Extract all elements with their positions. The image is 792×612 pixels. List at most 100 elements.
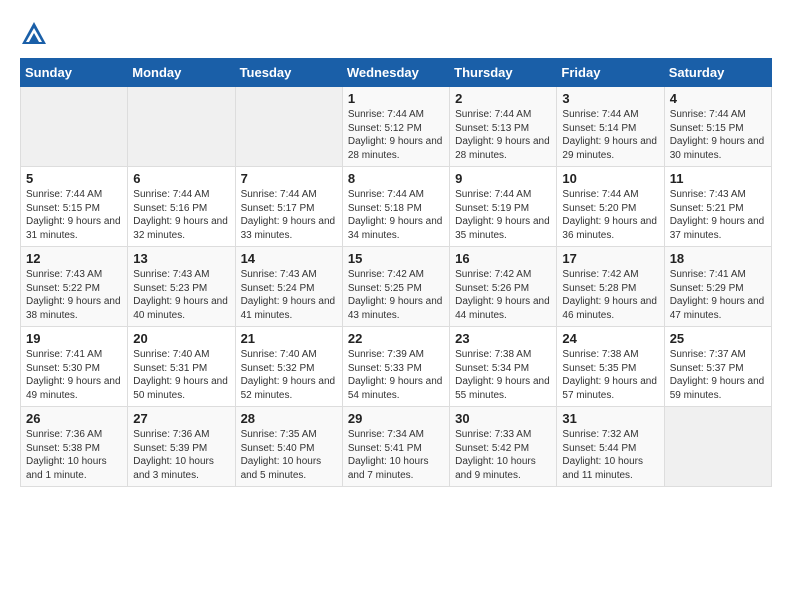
calendar-cell — [235, 87, 342, 167]
day-info: Sunrise: 7:39 AM Sunset: 5:33 PM Dayligh… — [348, 348, 444, 402]
calendar-cell: 1 Sunrise: 7:44 AM Sunset: 5:12 PM Daylig… — [342, 87, 449, 167]
day-info: Sunrise: 7:36 AM Sunset: 5:39 PM Dayligh… — [133, 428, 229, 482]
weekday-header-row: SundayMondayTuesdayWednesdayThursdayFrid… — [21, 59, 772, 87]
calendar-cell: 23 Sunrise: 7:38 AM Sunset: 5:34 PM Dayli… — [450, 327, 557, 407]
day-number: 31 — [562, 411, 658, 426]
day-info: Sunrise: 7:44 AM Sunset: 5:19 PM Dayligh… — [455, 188, 551, 242]
calendar-cell: 9 Sunrise: 7:44 AM Sunset: 5:19 PM Daylig… — [450, 167, 557, 247]
day-number: 11 — [670, 171, 766, 186]
calendar-cell: 24Sunrise: 7:38 AM Sunset: 5:35 PM Dayli… — [557, 327, 664, 407]
calendar-cell — [128, 87, 235, 167]
calendar-cell: 7 Sunrise: 7:44 AM Sunset: 5:17 PM Daylig… — [235, 167, 342, 247]
day-number: 2 — [455, 91, 551, 106]
day-info: Sunrise: 7:36 AM Sunset: 5:38 PM Dayligh… — [26, 428, 122, 482]
day-info: Sunrise: 7:38 AM Sunset: 5:34 PM Dayligh… — [455, 348, 551, 402]
day-info: Sunrise: 7:43 AM Sunset: 5:24 PM Dayligh… — [241, 268, 337, 322]
calendar-cell: 4 Sunrise: 7:44 AM Sunset: 5:15 PM Daylig… — [664, 87, 771, 167]
calendar-cell: 10 Sunrise: 7:44 AM Sunset: 5:20 PM Dayli… — [557, 167, 664, 247]
day-info: Sunrise: 7:43 AM Sunset: 5:23 PM Dayligh… — [133, 268, 229, 322]
day-number: 17 — [562, 251, 658, 266]
weekday-header-tuesday: Tuesday — [235, 59, 342, 87]
calendar-cell: 16 Sunrise: 7:42 AM Sunset: 5:26 PM Dayli… — [450, 247, 557, 327]
day-number: 26 — [26, 411, 122, 426]
day-number: 7 — [241, 171, 337, 186]
calendar-cell — [664, 407, 771, 487]
weekday-header-monday: Monday — [128, 59, 235, 87]
day-info: Sunrise: 7:33 AM Sunset: 5:42 PM Dayligh… — [455, 428, 551, 482]
day-number: 23 — [455, 331, 551, 346]
weekday-header-sunday: Sunday — [21, 59, 128, 87]
day-number: 19 — [26, 331, 122, 346]
weekday-header-thursday: Thursday — [450, 59, 557, 87]
calendar-cell: 29 Sunrise: 7:34 AM Sunset: 5:41 PM Dayli… — [342, 407, 449, 487]
calendar-cell: 28 Sunrise: 7:35 AM Sunset: 5:40 PM Dayli… — [235, 407, 342, 487]
calendar-week-row: 19 Sunrise: 7:41 AM Sunset: 5:30 PM Dayli… — [21, 327, 772, 407]
calendar-cell: 5 Sunrise: 7:44 AM Sunset: 5:15 PM Daylig… — [21, 167, 128, 247]
day-info: Sunrise: 7:42 AM Sunset: 5:25 PM Dayligh… — [348, 268, 444, 322]
day-number: 30 — [455, 411, 551, 426]
calendar-cell: 18Sunrise: 7:41 AM Sunset: 5:29 PM Dayli… — [664, 247, 771, 327]
day-number: 16 — [455, 251, 551, 266]
weekday-header-saturday: Saturday — [664, 59, 771, 87]
calendar-week-row: 5 Sunrise: 7:44 AM Sunset: 5:15 PM Daylig… — [21, 167, 772, 247]
day-number: 4 — [670, 91, 766, 106]
day-info: Sunrise: 7:44 AM Sunset: 5:13 PM Dayligh… — [455, 108, 551, 162]
day-number: 5 — [26, 171, 122, 186]
day-info: Sunrise: 7:41 AM Sunset: 5:30 PM Dayligh… — [26, 348, 122, 402]
day-number: 22 — [348, 331, 444, 346]
day-info: Sunrise: 7:44 AM Sunset: 5:20 PM Dayligh… — [562, 188, 658, 242]
calendar-cell: 26 Sunrise: 7:36 AM Sunset: 5:38 PM Dayli… — [21, 407, 128, 487]
day-info: Sunrise: 7:44 AM Sunset: 5:15 PM Dayligh… — [670, 108, 766, 162]
calendar-header: SundayMondayTuesdayWednesdayThursdayFrid… — [21, 59, 772, 87]
day-number: 1 — [348, 91, 444, 106]
day-info: Sunrise: 7:37 AM Sunset: 5:37 PM Dayligh… — [670, 348, 766, 402]
calendar-cell: 25 Sunrise: 7:37 AM Sunset: 5:37 PM Dayli… — [664, 327, 771, 407]
logo-icon — [20, 20, 48, 48]
calendar-cell: 2 Sunrise: 7:44 AM Sunset: 5:13 PM Daylig… — [450, 87, 557, 167]
day-info: Sunrise: 7:44 AM Sunset: 5:15 PM Dayligh… — [26, 188, 122, 242]
day-info: Sunrise: 7:44 AM Sunset: 5:17 PM Dayligh… — [241, 188, 337, 242]
day-number: 27 — [133, 411, 229, 426]
calendar-body: 1 Sunrise: 7:44 AM Sunset: 5:12 PM Daylig… — [21, 87, 772, 487]
day-number: 9 — [455, 171, 551, 186]
day-number: 24 — [562, 331, 658, 346]
calendar-cell: 22 Sunrise: 7:39 AM Sunset: 5:33 PM Dayli… — [342, 327, 449, 407]
day-info: Sunrise: 7:41 AM Sunset: 5:29 PM Dayligh… — [670, 268, 766, 322]
day-number: 21 — [241, 331, 337, 346]
day-number: 28 — [241, 411, 337, 426]
day-number: 29 — [348, 411, 444, 426]
day-info: Sunrise: 7:34 AM Sunset: 5:41 PM Dayligh… — [348, 428, 444, 482]
day-number: 20 — [133, 331, 229, 346]
calendar-cell: 31Sunrise: 7:32 AM Sunset: 5:44 PM Dayli… — [557, 407, 664, 487]
calendar-cell: 21 Sunrise: 7:40 AM Sunset: 5:32 PM Dayli… — [235, 327, 342, 407]
day-number: 10 — [562, 171, 658, 186]
calendar-cell: 15Sunrise: 7:42 AM Sunset: 5:25 PM Dayli… — [342, 247, 449, 327]
page-header — [20, 20, 772, 48]
calendar-cell: 30 Sunrise: 7:33 AM Sunset: 5:42 PM Dayli… — [450, 407, 557, 487]
day-number: 6 — [133, 171, 229, 186]
weekday-header-wednesday: Wednesday — [342, 59, 449, 87]
calendar-week-row: 1 Sunrise: 7:44 AM Sunset: 5:12 PM Daylig… — [21, 87, 772, 167]
day-info: Sunrise: 7:43 AM Sunset: 5:22 PM Dayligh… — [26, 268, 122, 322]
calendar-cell: 11 Sunrise: 7:43 AM Sunset: 5:21 PM Dayli… — [664, 167, 771, 247]
weekday-header-friday: Friday — [557, 59, 664, 87]
day-info: Sunrise: 7:43 AM Sunset: 5:21 PM Dayligh… — [670, 188, 766, 242]
day-info: Sunrise: 7:35 AM Sunset: 5:40 PM Dayligh… — [241, 428, 337, 482]
calendar-cell: 6Sunrise: 7:44 AM Sunset: 5:16 PM Daylig… — [128, 167, 235, 247]
day-number: 13 — [133, 251, 229, 266]
day-info: Sunrise: 7:40 AM Sunset: 5:32 PM Dayligh… — [241, 348, 337, 402]
logo — [20, 20, 50, 48]
calendar-table: SundayMondayTuesdayWednesdayThursdayFrid… — [20, 58, 772, 487]
day-number: 8 — [348, 171, 444, 186]
calendar-cell: 8 Sunrise: 7:44 AM Sunset: 5:18 PM Daylig… — [342, 167, 449, 247]
day-info: Sunrise: 7:44 AM Sunset: 5:14 PM Dayligh… — [562, 108, 658, 162]
calendar-cell: 19 Sunrise: 7:41 AM Sunset: 5:30 PM Dayli… — [21, 327, 128, 407]
day-number: 25 — [670, 331, 766, 346]
day-info: Sunrise: 7:44 AM Sunset: 5:12 PM Dayligh… — [348, 108, 444, 162]
day-info: Sunrise: 7:44 AM Sunset: 5:18 PM Dayligh… — [348, 188, 444, 242]
day-number: 14 — [241, 251, 337, 266]
calendar-week-row: 26 Sunrise: 7:36 AM Sunset: 5:38 PM Dayli… — [21, 407, 772, 487]
calendar-cell: 14 Sunrise: 7:43 AM Sunset: 5:24 PM Dayli… — [235, 247, 342, 327]
calendar-cell: 13 Sunrise: 7:43 AM Sunset: 5:23 PM Dayli… — [128, 247, 235, 327]
day-info: Sunrise: 7:42 AM Sunset: 5:26 PM Dayligh… — [455, 268, 551, 322]
